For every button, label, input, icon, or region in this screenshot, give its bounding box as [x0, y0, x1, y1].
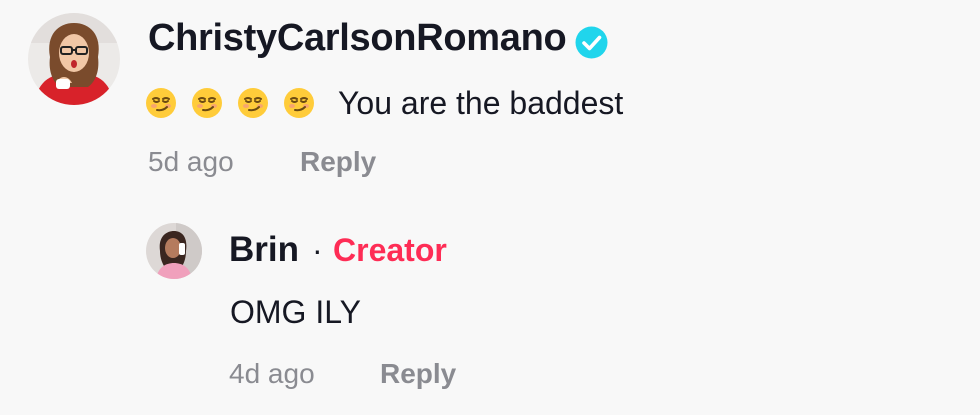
- verified-badge-icon: [575, 26, 608, 59]
- comment-emoji-row: [145, 85, 329, 121]
- reply-reply-button[interactable]: Reply: [380, 358, 456, 390]
- reply-timestamp: 4d ago: [229, 358, 315, 389]
- creator-badge: Creator: [333, 232, 447, 268]
- reply-text: OMG ILY: [230, 294, 361, 330]
- smirking-face-icon: [192, 88, 222, 118]
- commenter-username[interactable]: ChristyCarlsonRomano: [148, 17, 567, 60]
- smirking-face-icon: [284, 88, 314, 118]
- smirking-face-icon: [238, 88, 268, 118]
- replier-avatar[interactable]: [146, 223, 202, 279]
- comment-timestamp: 5d ago: [148, 146, 234, 177]
- separator-dot: ·: [312, 232, 323, 268]
- replier-username[interactable]: Brin: [229, 230, 299, 270]
- smirking-face-icon: [146, 88, 176, 118]
- comment-text: You are the baddest: [338, 85, 624, 121]
- commenter-avatar[interactable]: [28, 13, 120, 105]
- comment-reply-button[interactable]: Reply: [300, 146, 376, 178]
